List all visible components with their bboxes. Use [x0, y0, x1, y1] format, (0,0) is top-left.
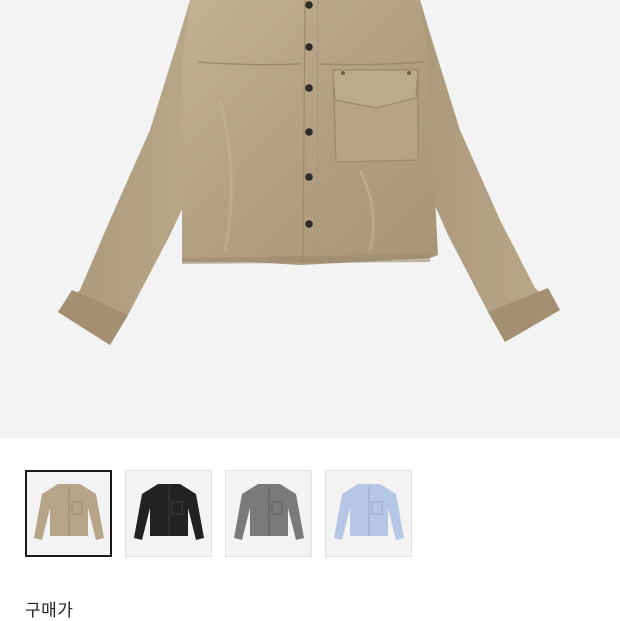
thumbnail-strip [25, 470, 412, 557]
shirt-thumbnail-icon [233, 483, 304, 540]
purchase-price-label: 구매가 [25, 601, 74, 621]
shirt-thumbnail-icon [133, 483, 204, 540]
product-main-image [0, 0, 620, 438]
shirt-thumbnail-icon [333, 483, 404, 540]
thumbnail-light-blue[interactable] [325, 470, 412, 557]
shirt-main-image [58, 0, 560, 345]
thumbnail-beige[interactable] [25, 470, 112, 557]
thumbnail-gray-check[interactable] [225, 470, 312, 557]
shirt-thumbnail-icon [33, 483, 104, 540]
thumbnail-black[interactable] [125, 470, 212, 557]
